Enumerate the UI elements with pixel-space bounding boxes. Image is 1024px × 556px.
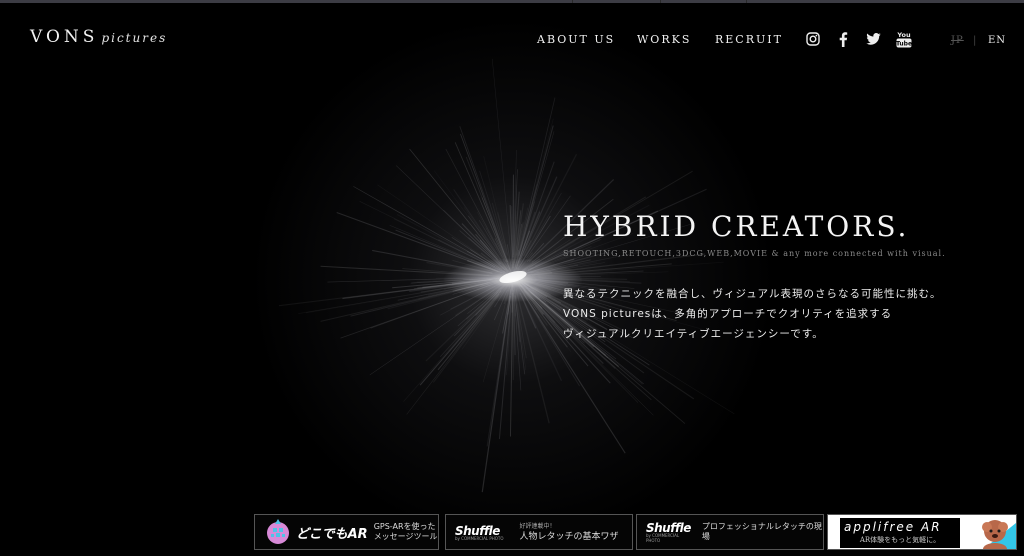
burst-streak bbox=[406, 295, 499, 415]
burst-streak bbox=[320, 265, 499, 277]
twitter-icon[interactable] bbox=[864, 30, 882, 48]
dokodemo-ar-caption: GPS-ARを使った メッセージツール bbox=[374, 522, 438, 542]
shuffle-caption: 好評連載中！ 人物レタッチの基本ワザ bbox=[520, 522, 619, 542]
nav-about-us[interactable]: ABOUT US bbox=[537, 33, 615, 46]
burst-streak bbox=[433, 170, 505, 266]
banner-line: 人物レタッチの基本ワザ bbox=[519, 532, 619, 542]
hero-description: 異なるテクニックを融合し、ヴィジュアル表現のさらなる可能性に挑む。 VONS p… bbox=[563, 284, 941, 344]
burst-streak bbox=[486, 290, 512, 447]
site-logo[interactable]: VONS pictures bbox=[30, 27, 167, 47]
burst-streak bbox=[460, 133, 508, 263]
nav-works[interactable]: WORKS bbox=[637, 33, 691, 46]
burst-streak bbox=[298, 278, 502, 315]
banner-line: メッセージツール bbox=[373, 532, 438, 541]
burst-streak bbox=[439, 294, 498, 358]
banner-line: 好評連載中！ bbox=[519, 523, 556, 530]
burst-streak bbox=[409, 148, 508, 270]
banner-shuffle-retouch-basics[interactable]: Shuffle by COMMERCIAL PHOTO 好評連載中！ 人物レタッ… bbox=[445, 514, 633, 550]
lang-separator: | bbox=[973, 35, 978, 46]
light-burst-graphic bbox=[278, 58, 735, 493]
facebook-icon[interactable] bbox=[834, 30, 852, 48]
shuffle-logo: Shuffle by COMMERCIAL PHOTO bbox=[646, 521, 692, 543]
instagram-icon[interactable] bbox=[804, 30, 822, 48]
burst-streak bbox=[457, 283, 506, 327]
dokodemo-ar-icon bbox=[265, 519, 291, 545]
banner-shuffle-pro-retouch[interactable]: Shuffle by COMMERCIAL PHOTO プロフェッショナルレタッ… bbox=[636, 514, 824, 550]
banner-dokodemo-ar[interactable]: どこでもAR GPS-ARを使った メッセージツール bbox=[254, 514, 439, 550]
applifree-text-block: applifree AR AR体験をもっと気軽に。 bbox=[840, 518, 960, 548]
banner-line: AR体験をもっと気軽に。 bbox=[859, 536, 941, 544]
banner-caption: プロフェッショナルレタッチの現場 bbox=[701, 522, 822, 541]
burst-streak bbox=[419, 290, 502, 386]
logo-suffix: pictures bbox=[101, 31, 168, 45]
youtube-icon[interactable]: You Tube bbox=[895, 30, 913, 48]
hero-title: HYBRID CREATORS. bbox=[563, 210, 910, 243]
shuffle-logo-tag: by COMMERCIAL PHOTO bbox=[455, 535, 504, 541]
youtube-text-tube: Tube bbox=[896, 41, 912, 48]
hero-line: VONS picturesは、多角的アプローチでクオリティを追求する bbox=[563, 308, 893, 320]
burst-streak bbox=[403, 286, 505, 402]
logo-name: VONS bbox=[30, 27, 99, 47]
dog-mascot-icon bbox=[961, 515, 1016, 549]
banner-line: GPS-ARを使った bbox=[373, 522, 436, 531]
youtube-text-you: You bbox=[896, 31, 911, 39]
hero-line: 異なるテクニックを融合し、ヴィジュアル表現のさらなる可能性に挑む。 bbox=[563, 288, 942, 300]
banner-applifree-ar[interactable]: applifree AR AR体験をもっと気軽に。 bbox=[827, 514, 1017, 550]
hero-subtitle: SHOOTING,RETOUCH,3DCG,WEB,MOVIE & any mo… bbox=[563, 249, 946, 258]
shuffle-logo: Shuffle by COMMERCIAL PHOTO bbox=[455, 524, 504, 541]
dokodemo-ar-logo: どこでもAR bbox=[296, 526, 368, 542]
lang-en[interactable]: EN bbox=[988, 35, 1006, 46]
hero-line: ヴィジュアルクリエイティブエージェンシーです。 bbox=[563, 328, 824, 340]
burst-streak bbox=[425, 290, 500, 362]
nav-recruit[interactable]: RECRUIT bbox=[715, 33, 783, 46]
applifree-logo: applifree AR bbox=[844, 520, 942, 534]
lang-jp[interactable]: JP bbox=[951, 35, 964, 46]
